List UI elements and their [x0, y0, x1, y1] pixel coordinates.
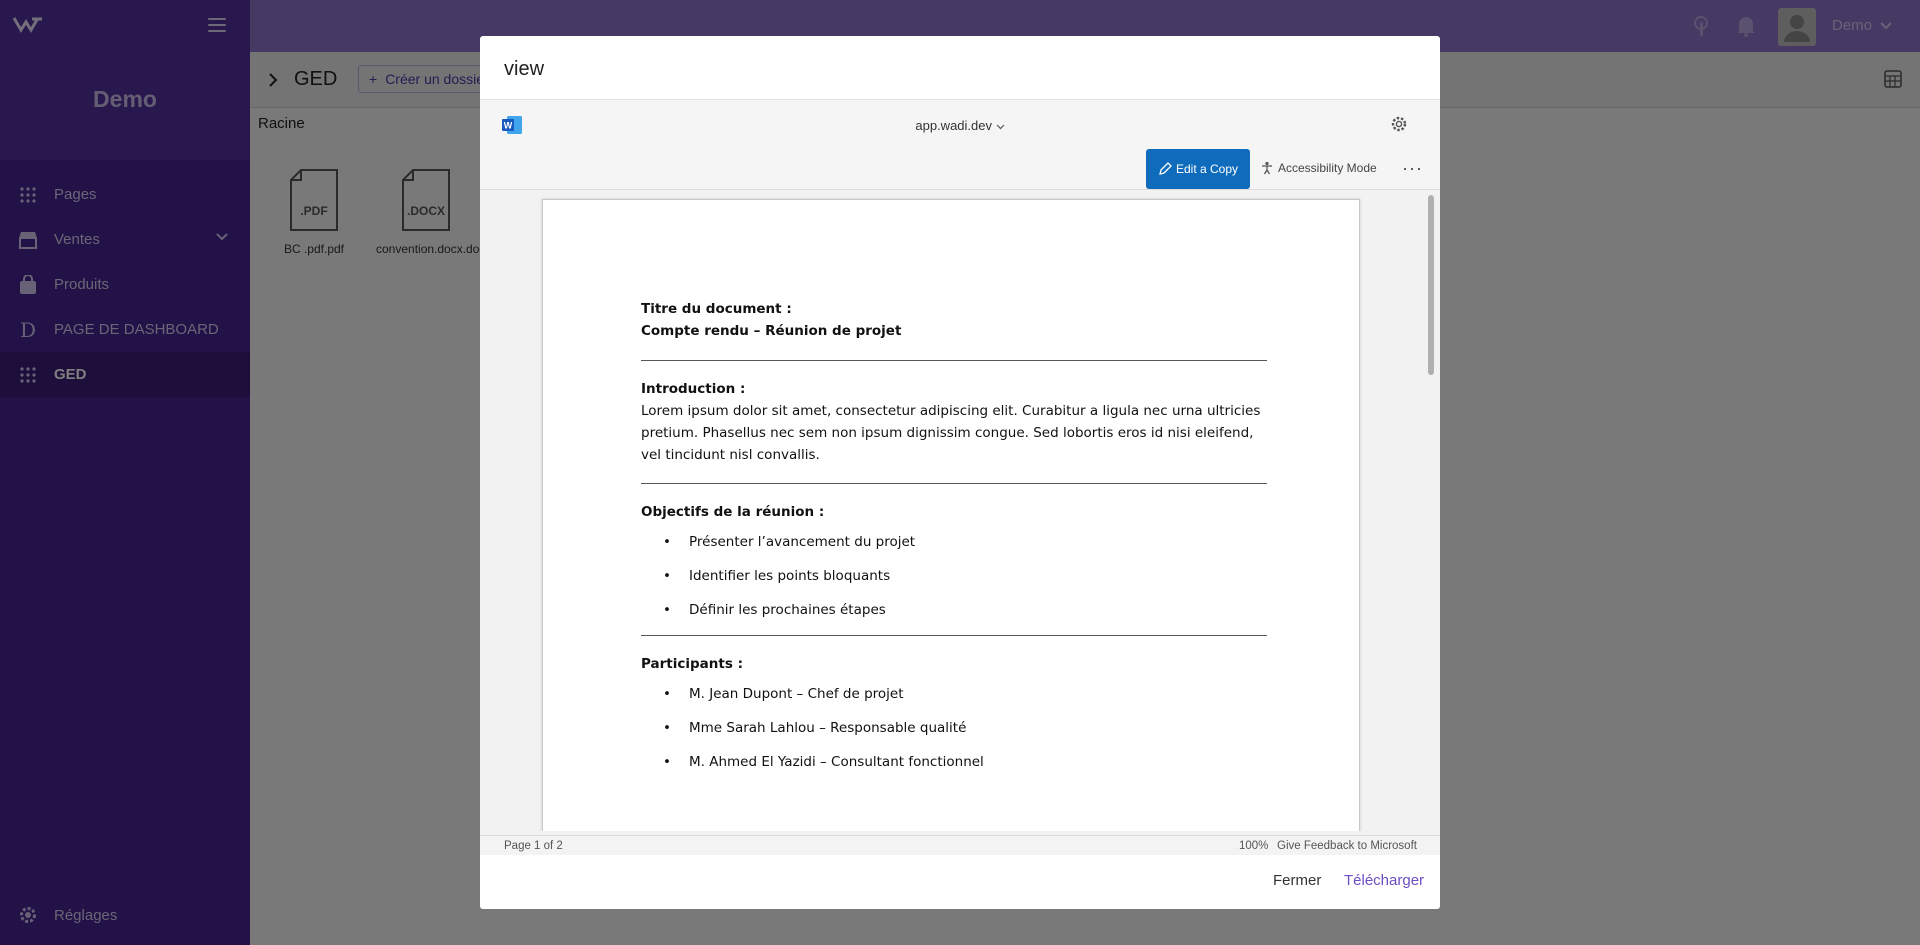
- document-area[interactable]: Titre du document : Compte rendu – Réuni…: [480, 191, 1440, 831]
- zoom-level[interactable]: 100%: [1239, 840, 1268, 852]
- document-viewer: W app.wadi.dev Edit a Copy Accessibility…: [480, 100, 1440, 855]
- list-item: Présenter l’avancement du projet: [641, 527, 1267, 561]
- edit-copy-button[interactable]: Edit a Copy: [1146, 149, 1250, 189]
- domain-selector[interactable]: app.wadi.dev: [480, 118, 1440, 133]
- chevron-down-icon: [996, 124, 1005, 130]
- page-indicator: Page 1 of 2: [504, 840, 563, 852]
- list-item: M. Ahmed El Yazidi – Consultant fonction…: [641, 747, 1267, 781]
- doc-title-value: Compte rendu – Réunion de projet: [641, 323, 902, 339]
- list-item: Définir les prochaines étapes: [641, 595, 1267, 629]
- viewer-status-bar: Page 1 of 2 100% Give Feedback to Micros…: [480, 835, 1440, 855]
- doc-title-label: Titre du document :: [641, 301, 792, 317]
- domain-label: app.wadi.dev: [915, 118, 992, 133]
- list-item: Mme Sarah Lahlou – Responsable qualité: [641, 713, 1267, 747]
- objectives-heading: Objectifs de la réunion :: [641, 504, 825, 520]
- objectives-list: Présenter l’avancement du projet Identif…: [641, 527, 1267, 629]
- accessibility-icon: [1262, 161, 1272, 175]
- divider: [641, 483, 1267, 484]
- divider: [641, 635, 1267, 636]
- scrollbar[interactable]: [1428, 195, 1434, 375]
- intro-heading: Introduction :: [641, 381, 746, 397]
- document-page: Titre du document : Compte rendu – Réuni…: [542, 199, 1360, 831]
- participants-heading: Participants :: [641, 656, 743, 672]
- dialog-title: view: [480, 36, 1440, 100]
- more-options-icon[interactable]: ···: [1402, 158, 1423, 179]
- download-button[interactable]: Télécharger: [1344, 872, 1424, 889]
- list-item: Identifier les points bloquants: [641, 561, 1267, 595]
- viewer-toolbar: W app.wadi.dev Edit a Copy Accessibility…: [480, 100, 1440, 190]
- accessibility-label: Accessibility Mode: [1278, 161, 1377, 175]
- view-dialog: view W app.wadi.dev Edit a Copy Accessib…: [480, 36, 1440, 909]
- settings-gear-icon[interactable]: [1390, 115, 1408, 133]
- intro-text: Lorem ipsum dolor sit amet, consectetur …: [641, 403, 1261, 463]
- participants-list: M. Jean Dupont – Chef de projet Mme Sara…: [641, 679, 1267, 781]
- close-button[interactable]: Fermer: [1273, 872, 1321, 889]
- divider: [641, 360, 1267, 361]
- accessibility-mode-button[interactable]: Accessibility Mode: [1260, 161, 1377, 175]
- edit-copy-label: Edit a Copy: [1175, 162, 1239, 176]
- feedback-link[interactable]: Give Feedback to Microsoft: [1277, 840, 1417, 852]
- pencil-icon: [1159, 162, 1172, 175]
- document-content: Titre du document : Compte rendu – Réuni…: [641, 298, 1267, 781]
- list-item: M. Jean Dupont – Chef de projet: [641, 679, 1267, 713]
- dialog-footer: Fermer Télécharger: [480, 855, 1440, 909]
